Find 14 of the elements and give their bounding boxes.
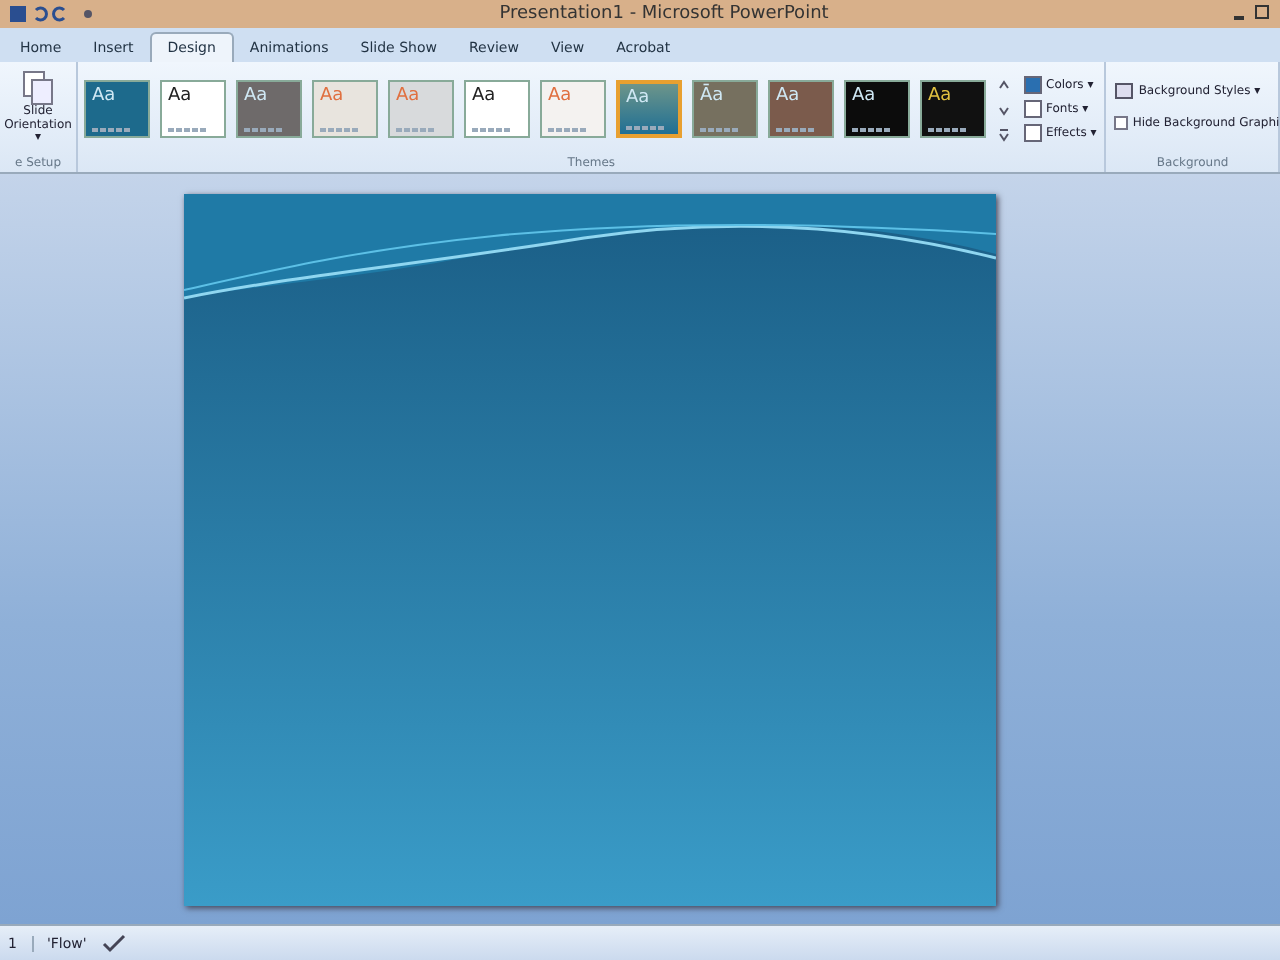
- theme-thumbnail[interactable]: Aa: [844, 80, 910, 138]
- theme-thumbnail[interactable]: Aa: [768, 80, 834, 138]
- theme-thumbnail[interactable]: Aa: [236, 80, 302, 138]
- quick-access-icon[interactable]: [8, 4, 96, 24]
- pages-icon: [22, 70, 54, 106]
- theme-thumbnail[interactable]: Aa: [920, 80, 986, 138]
- theme-thumbnail[interactable]: Āa: [692, 80, 758, 138]
- theme-thumbnail[interactable]: Aa: [160, 80, 226, 138]
- window-controls-icon[interactable]: [1232, 4, 1272, 24]
- theme-thumbnail[interactable]: Aa: [464, 80, 530, 138]
- gallery-scroll-icon[interactable]: [996, 75, 1012, 143]
- window-title: Presentation1 - Microsoft PowerPoint: [497, 4, 831, 24]
- spellcheck-icon[interactable]: [102, 933, 127, 953]
- theme-thumbnail[interactable]: Aa: [84, 80, 150, 138]
